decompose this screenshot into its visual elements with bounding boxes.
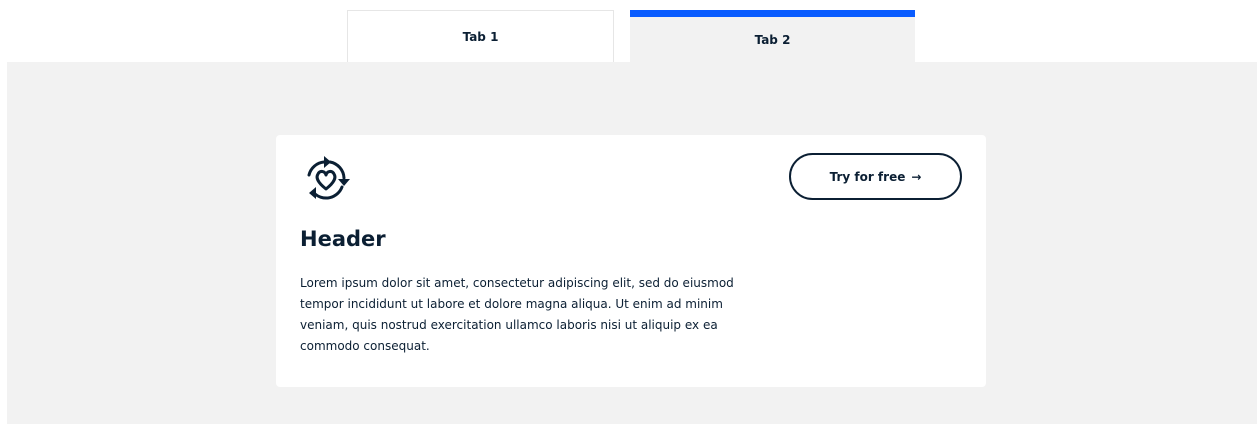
tab-2-label: Tab 2 xyxy=(754,32,791,47)
tab-2[interactable]: Tab 2 xyxy=(630,10,915,62)
page: Tab 1 Tab 2 Header Lorem ipsum dolor sit… xyxy=(0,0,1257,424)
card-title: Header xyxy=(300,227,386,251)
tab-1[interactable]: Tab 1 xyxy=(347,10,614,62)
tab-panel: Header Lorem ipsum dolor sit amet, conse… xyxy=(7,62,1257,424)
try-for-free-label: Try for free xyxy=(829,169,906,184)
tab-bar: Tab 1 Tab 2 xyxy=(347,10,915,62)
arrow-right-icon: → xyxy=(911,169,922,184)
heart-cycle-icon xyxy=(300,153,352,205)
feature-card: Header Lorem ipsum dolor sit amet, conse… xyxy=(276,135,986,387)
try-for-free-button[interactable]: Try for free → xyxy=(789,153,962,200)
tab-1-label: Tab 1 xyxy=(462,29,499,44)
card-body-text: Lorem ipsum dolor sit amet, consectetur … xyxy=(300,276,734,353)
